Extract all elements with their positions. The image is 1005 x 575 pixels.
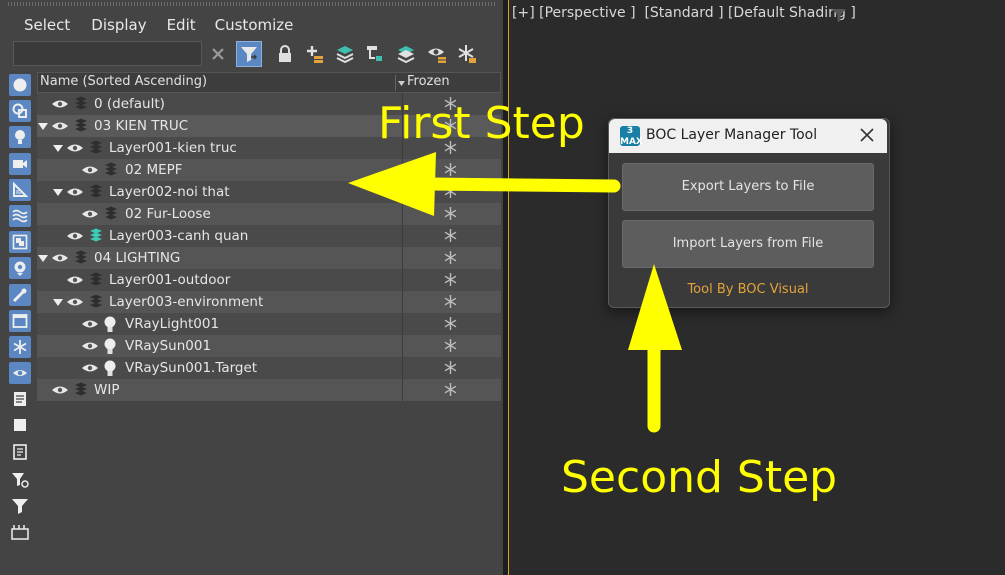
annotation-arrows <box>348 152 682 433</box>
first-step-arrow <box>348 152 621 216</box>
second-step-arrow <box>628 264 682 433</box>
second-step-label: Second Step <box>561 452 838 503</box>
first-step-label: First Step <box>378 98 585 149</box>
